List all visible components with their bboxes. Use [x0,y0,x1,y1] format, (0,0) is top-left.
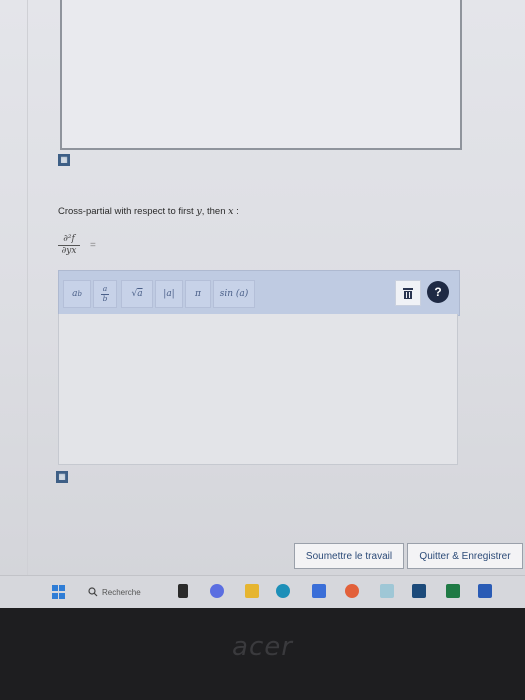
math-input-icon[interactable]: ▦ [58,154,70,166]
save-and-quit-label: Quitter & Enregistrer [419,550,511,562]
taskbar-search[interactable]: Recherche [88,583,141,601]
acer-logo: acer [232,632,293,662]
absolute-value-glyph: |a| [163,289,175,299]
math-toolbar: ab a b √ a |a| π sin (a) ? [58,270,460,316]
fraction-denominator: ∂yx [61,246,77,257]
taskbar: Recherche [0,575,525,608]
search-icon [88,587,98,597]
sqrt-argument: a [137,289,143,299]
question-text: Cross-partial with respect to first [58,206,197,217]
sin-button[interactable]: sin (a) [213,280,255,308]
search-label: Recherche [102,587,141,597]
sin-glyph: sin (a) [219,289,249,299]
word-icon[interactable] [478,584,492,598]
task-view-icon[interactable] [178,584,188,598]
submit-work-button[interactable]: Soumettre le travail [294,543,404,569]
clear-button[interactable] [395,280,421,306]
answer-input-area[interactable] [58,314,458,465]
question-text-mid: , then [201,206,229,217]
partial-derivative-fraction: ∂²f ∂yx [58,234,80,257]
math-input-icon-2[interactable]: ▦ [56,471,68,483]
question-mark-icon: ? [434,285,442,299]
windows-start-icon[interactable] [52,585,66,599]
previous-answer-area[interactable] [60,0,462,150]
pi-glyph: π [195,289,201,299]
excel-icon[interactable] [446,584,460,598]
question-text-suffix: : [233,206,239,217]
store-icon[interactable] [312,584,326,598]
help-button[interactable]: ? [427,281,449,303]
submit-work-label: Soumettre le travail [305,550,393,562]
screen: ▦ Cross-partial with respect to first y,… [0,0,525,608]
trash-icon [403,287,413,299]
power-exponent: b [77,290,82,298]
question-label: Cross-partial with respect to first y, t… [58,206,239,217]
fraction-glyph-num: a [102,284,108,294]
page-side-rule [27,0,28,575]
absolute-value-button[interactable]: |a| [155,280,183,308]
firefox-icon[interactable] [345,584,359,598]
edge-browser-icon[interactable] [276,584,290,598]
fraction-button[interactable]: a b [93,280,117,308]
pi-button[interactable]: π [185,280,211,308]
fraction-glyph: a b [101,284,109,303]
chat-icon[interactable] [210,584,224,598]
sqrt-button[interactable]: √ a [121,280,153,308]
amazon-icon[interactable] [380,584,394,598]
fraction-glyph-den: b [102,293,108,303]
equals-sign: = [90,240,96,252]
mail-icon[interactable] [412,584,426,598]
file-explorer-icon[interactable] [245,584,259,598]
fraction-numerator: ∂²f [63,234,75,244]
derivative-expression: ∂²f ∂yx = [58,234,96,257]
save-and-quit-button[interactable]: Quitter & Enregistrer [407,543,523,569]
power-button[interactable]: ab [63,280,91,308]
